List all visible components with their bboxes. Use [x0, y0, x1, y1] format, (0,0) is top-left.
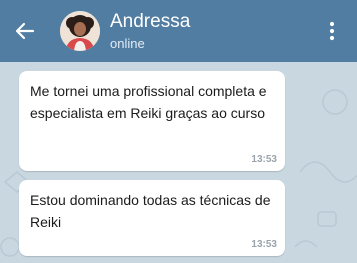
arrow-left-icon[interactable]	[15, 21, 35, 41]
avatar-photo	[60, 11, 100, 51]
more-vertical-icon[interactable]	[324, 20, 340, 42]
avatar[interactable]	[60, 11, 100, 51]
message-text: Estou dominando todas as técnicas de Rei…	[30, 192, 271, 230]
message-bubble[interactable]: Estou dominando todas as técnicas de Rei…	[19, 180, 285, 256]
chat-header: Andressa online	[0, 0, 357, 62]
message-time: 13:53	[251, 239, 277, 250]
message-text: Me tornei uma profissional completa e es…	[30, 83, 267, 121]
message-bubble[interactable]: Me tornei uma profissional completa e es…	[19, 71, 285, 171]
chat-screen: Andressa online Me tornei uma profission…	[0, 0, 357, 263]
contact-status: online	[110, 36, 145, 51]
message-time: 13:53	[251, 154, 277, 165]
contact-name[interactable]: Andressa	[110, 11, 190, 33]
